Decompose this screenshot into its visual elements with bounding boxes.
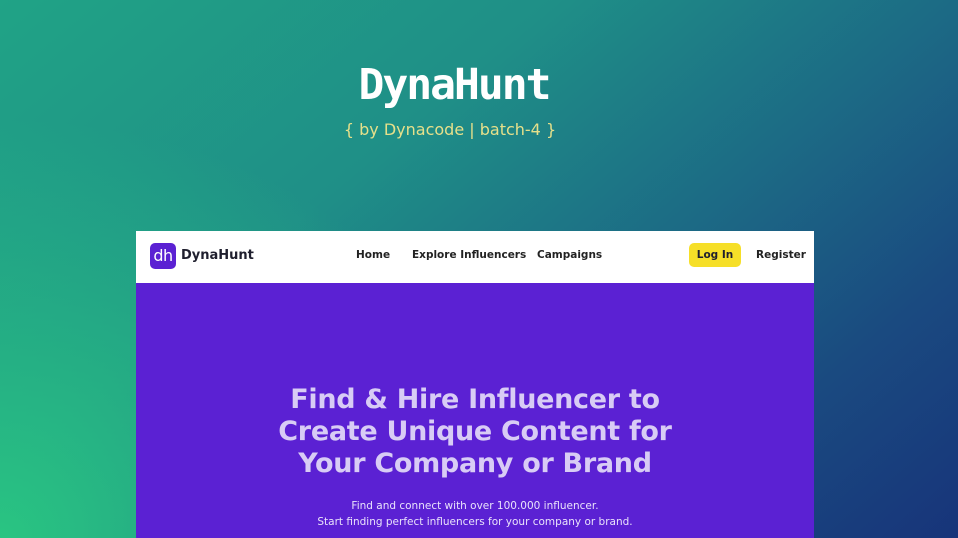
headline-line-1: Find & Hire Influencer to: [290, 384, 660, 415]
headline-line-2: Create Unique Content for: [278, 416, 672, 447]
tagline: Find and connect with over 100.000 influ…: [136, 498, 814, 530]
main-headline: Find & Hire Influencer to Create Unique …: [136, 384, 814, 480]
logo-text[interactable]: DynaHunt: [181, 246, 254, 266]
hero-title: DynaHunt: [358, 60, 551, 110]
headline-line-3: Your Company or Brand: [298, 448, 652, 479]
nav-home-link[interactable]: Home: [356, 247, 390, 263]
app-preview: dh DynaHunt Home Explore Influencers Cam…: [136, 231, 814, 538]
hero-subtitle: { by Dynacode | batch-4 }: [343, 120, 557, 139]
logo-badge[interactable]: dh: [150, 243, 176, 269]
tagline-line-2: Start finding perfect influencers for yo…: [317, 516, 633, 528]
login-button[interactable]: Log In: [689, 243, 741, 267]
nav-explore-influencers-link[interactable]: Explore Influencers: [412, 247, 526, 263]
register-link[interactable]: Register: [756, 247, 806, 263]
navbar: dh DynaHunt Home Explore Influencers Cam…: [136, 231, 814, 283]
tagline-line-1: Find and connect with over 100.000 influ…: [351, 500, 599, 512]
nav-campaigns-link[interactable]: Campaigns: [537, 247, 602, 263]
